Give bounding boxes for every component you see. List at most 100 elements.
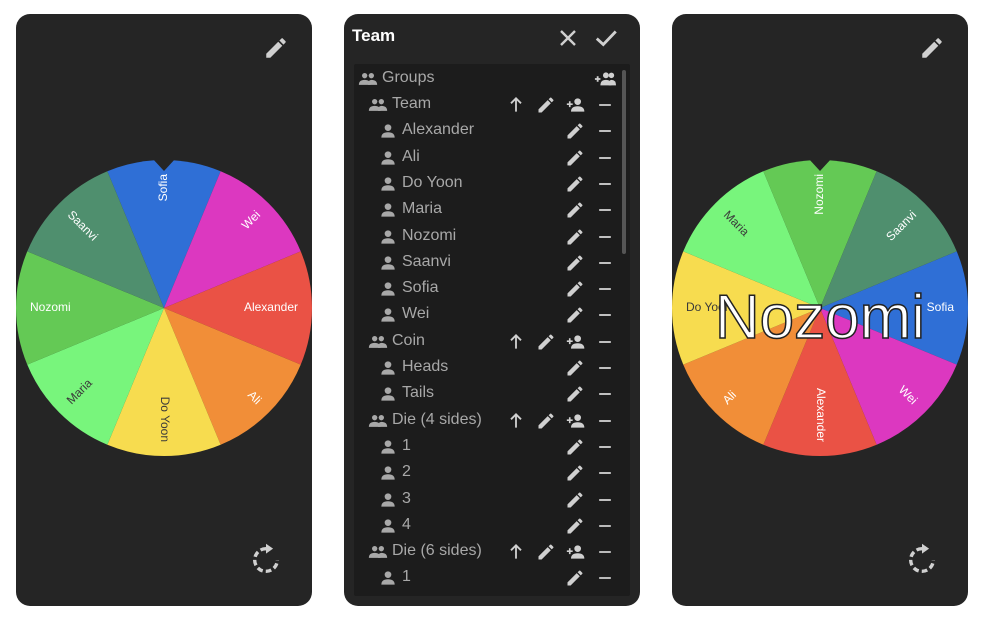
remove-item-button[interactable] (594, 226, 616, 248)
spin-button[interactable] (248, 542, 284, 578)
minus-icon (599, 340, 611, 343)
item-label: Wei (402, 305, 430, 323)
remove-item-button[interactable] (594, 252, 616, 274)
item-row[interactable]: 2 (354, 460, 622, 486)
remove-item-button[interactable] (594, 199, 616, 221)
add-group-button[interactable] (594, 68, 616, 90)
item-row[interactable]: 1 (354, 565, 622, 591)
remove-item-button[interactable] (594, 489, 616, 511)
edit-item-button[interactable] (564, 489, 586, 511)
item-row[interactable]: Ali (354, 145, 622, 171)
winner-label: Nozomi (714, 282, 926, 353)
move-up-button[interactable] (505, 410, 527, 432)
remove-item-button[interactable] (594, 147, 616, 169)
item-row[interactable]: Heads (354, 355, 622, 381)
item-row[interactable]: 4 (354, 513, 622, 539)
edit-item-button[interactable] (564, 436, 586, 458)
item-row[interactable]: Do Yoon (354, 171, 622, 197)
minus-icon (599, 314, 611, 317)
minus-icon (599, 130, 611, 133)
pencil-icon (567, 360, 583, 376)
move-up-button[interactable] (505, 331, 527, 353)
edit-group-button[interactable] (535, 410, 557, 432)
add-item-button[interactable] (565, 541, 587, 563)
wheel-segment-label: Alexander (244, 300, 298, 314)
move-up-button[interactable] (505, 541, 527, 563)
remove-group-button[interactable] (594, 94, 616, 116)
person-icon (381, 361, 395, 375)
remove-item-button[interactable] (594, 515, 616, 537)
item-row[interactable]: Saanvi (354, 250, 622, 276)
item-label: Alexander (402, 121, 475, 139)
item-row[interactable]: Nozomi (354, 224, 622, 250)
item-label: Do Yoon (402, 173, 463, 191)
wheel-pointer (152, 158, 176, 171)
edit-item-button[interactable] (564, 304, 586, 326)
group-row[interactable]: Team (354, 92, 622, 118)
remove-item-button[interactable] (594, 120, 616, 142)
spin-button[interactable] (904, 542, 940, 578)
group-list[interactable]: Groups Team Alexander Ali Do Yoon Maria … (354, 64, 630, 596)
remove-item-button[interactable] (594, 462, 616, 484)
edit-item-button[interactable] (564, 357, 586, 379)
remove-group-button[interactable] (594, 541, 616, 563)
move-up-button[interactable] (505, 94, 527, 116)
remove-group-button[interactable] (594, 410, 616, 432)
item-row[interactable]: Sofia (354, 276, 622, 302)
edit-item-button[interactable] (564, 147, 586, 169)
group-label: Die (4 sides) (392, 410, 482, 428)
item-label: Heads (402, 358, 449, 375)
edit-group-button[interactable] (535, 94, 557, 116)
item-row[interactable]: Alexander (354, 118, 622, 144)
item-row[interactable]: Maria (354, 197, 622, 223)
remove-item-button[interactable] (594, 173, 616, 195)
edit-item-button[interactable] (564, 252, 586, 274)
remove-item-button[interactable] (594, 304, 616, 326)
edit-button[interactable] (914, 30, 950, 66)
add-item-button[interactable] (565, 410, 587, 432)
item-row[interactable]: Tails (354, 381, 622, 407)
minus-icon (599, 235, 611, 238)
group-row[interactable]: Die (6 sides) (354, 539, 622, 565)
spin-wheel[interactable]: SofiaWeiAlexanderAliDo YoonMariaNozomiSa… (16, 160, 312, 456)
edit-item-button[interactable] (564, 226, 586, 248)
wheel-screen: Sofia Wei Alexander Ali Do Yoon Maria Nozomi Sa… (16, 14, 312, 606)
person-icon (381, 282, 395, 296)
add-item-button[interactable] (565, 94, 587, 116)
remove-item-button[interactable] (594, 436, 616, 458)
remove-group-button[interactable] (594, 331, 616, 353)
pencil-icon (567, 228, 583, 244)
add-item-button[interactable] (565, 331, 587, 353)
minus-icon (599, 472, 611, 475)
confirm-button[interactable] (590, 22, 622, 54)
remove-item-button[interactable] (594, 357, 616, 379)
edit-item-button[interactable] (564, 567, 586, 589)
item-label: Ali (402, 147, 420, 165)
edit-button[interactable] (258, 30, 294, 66)
remove-item-button[interactable] (594, 383, 616, 405)
edit-item-button[interactable] (564, 120, 586, 142)
item-row[interactable]: Wei (354, 302, 622, 328)
edit-item-button[interactable] (564, 278, 586, 300)
remove-item-button[interactable] (594, 278, 616, 300)
pencil-icon (567, 570, 583, 586)
group-icon (368, 335, 388, 348)
close-button[interactable] (552, 22, 584, 54)
edit-item-button[interactable] (564, 462, 586, 484)
groups-root-label: Groups (382, 69, 435, 86)
remove-item-button[interactable] (594, 567, 616, 589)
edit-item-button[interactable] (564, 515, 586, 537)
item-row[interactable]: 1 (354, 434, 622, 460)
minus-icon (599, 393, 611, 396)
edit-item-button[interactable] (564, 173, 586, 195)
item-row[interactable]: 3 (354, 487, 622, 513)
edit-group-button[interactable] (535, 541, 557, 563)
edit-group-button[interactable] (535, 331, 557, 353)
person-add-icon (566, 413, 585, 428)
pencil-icon (538, 413, 554, 429)
edit-item-button[interactable] (564, 199, 586, 221)
group-row[interactable]: Die (4 sides) (354, 408, 622, 434)
group-row[interactable]: Coin (354, 329, 622, 355)
scrollbar[interactable] (622, 70, 626, 254)
edit-item-button[interactable] (564, 383, 586, 405)
